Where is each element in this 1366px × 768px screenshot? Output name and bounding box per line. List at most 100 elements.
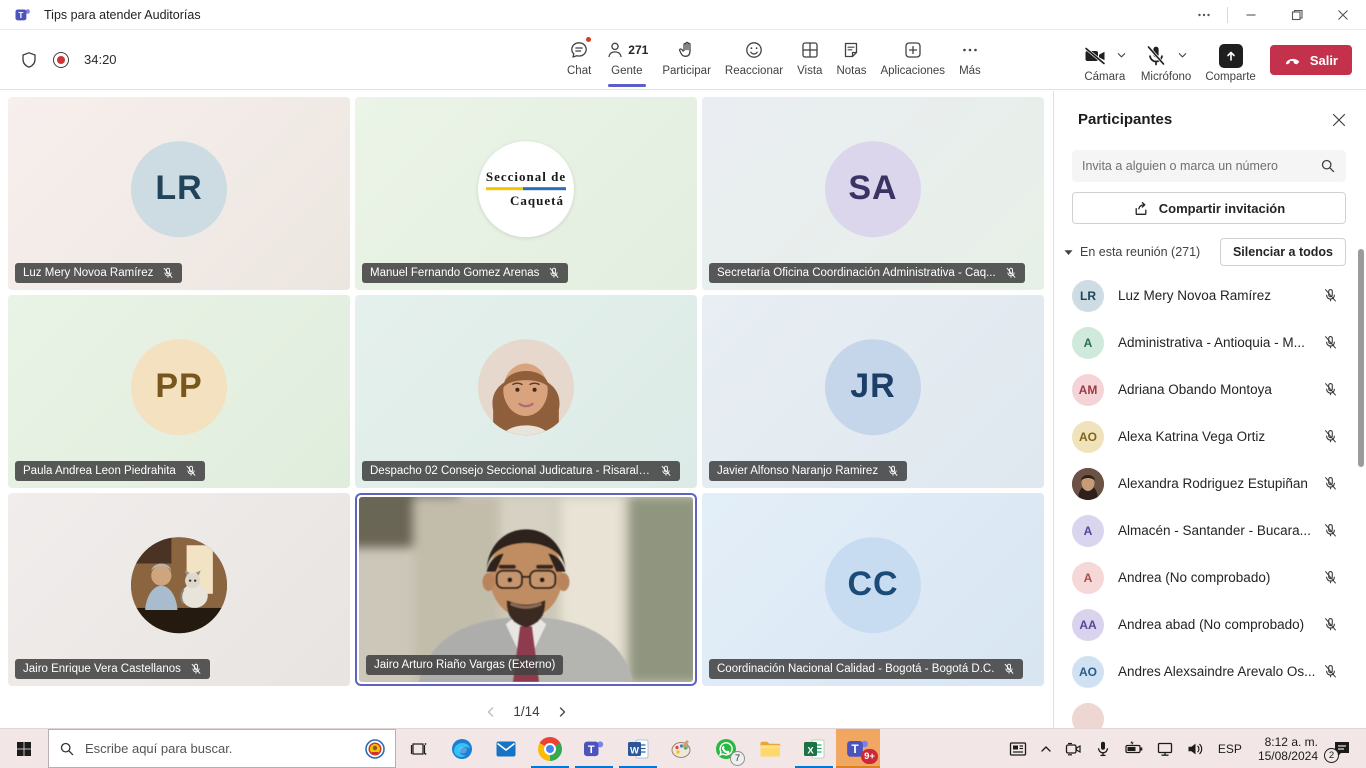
- panel-close-icon[interactable]: [1332, 113, 1346, 127]
- mic-off-icon[interactable]: [1323, 335, 1338, 350]
- participant-row[interactable]: A Almacén - Santander - Bucara...: [1054, 507, 1366, 554]
- grid-pagination: 1/14: [0, 704, 1053, 719]
- taskbar-search[interactable]: [48, 729, 396, 768]
- avatar: AO: [1072, 421, 1104, 453]
- tab-aplicaciones[interactable]: Aplicaciones: [873, 30, 952, 90]
- video-tile[interactable]: JR Javier Alfonso Naranjo Ramirez: [702, 295, 1044, 488]
- mic-off-icon[interactable]: [1323, 382, 1338, 397]
- leave-meeting-button[interactable]: Salir: [1270, 45, 1352, 75]
- app-chrome[interactable]: [528, 729, 572, 768]
- participant-row[interactable]: AO Andres Alexsaindre Arevalo Os...: [1054, 648, 1366, 695]
- taskbar-search-input[interactable]: [85, 741, 355, 756]
- mute-all-button[interactable]: Silenciar a todos: [1220, 238, 1346, 266]
- share-control[interactable]: Comparte: [1205, 38, 1256, 83]
- logo-underline: [486, 187, 566, 190]
- restore-button[interactable]: [1274, 0, 1320, 30]
- tab-reaccionar[interactable]: Reaccionar: [718, 30, 790, 90]
- tray-battery[interactable]: [1118, 729, 1150, 768]
- tab-mas[interactable]: Más: [952, 30, 988, 90]
- video-tile[interactable]: PP Paula Andrea Leon Piedrahita: [8, 295, 350, 488]
- mic-off-icon: [162, 267, 174, 279]
- app-edge[interactable]: [440, 729, 484, 768]
- section-collapse-icon[interactable]: [1064, 248, 1073, 257]
- app-word[interactable]: W: [616, 729, 660, 768]
- close-button[interactable]: [1320, 0, 1366, 30]
- avatar: AO: [1072, 656, 1104, 688]
- app-whatsapp[interactable]: 7: [704, 729, 748, 768]
- app-mail[interactable]: [484, 729, 528, 768]
- tab-notas[interactable]: Notas: [829, 30, 873, 90]
- share-invitation-button[interactable]: Compartir invitación: [1072, 192, 1346, 224]
- mic-off-icon: [887, 465, 899, 477]
- language-indicator[interactable]: ESP: [1210, 742, 1250, 756]
- photo-avatar: [1072, 468, 1104, 500]
- participant-row[interactable]: AA Andrea abad (No comprobado): [1054, 601, 1366, 648]
- whatsapp-badge: 7: [730, 751, 745, 766]
- tray-microphone[interactable]: [1088, 729, 1118, 768]
- taskbar-clock[interactable]: 8:12 a. m. 15/08/2024: [1250, 735, 1326, 763]
- participant-row[interactable]: Alexandra Rodriguez Estupiñan: [1054, 460, 1366, 507]
- video-tile[interactable]: CC Coordinación Nacional Calidad - Bogot…: [702, 493, 1044, 686]
- edge-icon: [450, 737, 474, 761]
- microphone-chevron-icon[interactable]: [1177, 50, 1188, 61]
- more-dots-icon: [960, 40, 980, 60]
- app-teams-meeting-active[interactable]: 9+: [836, 729, 880, 768]
- share-screen-icon: [1219, 44, 1243, 68]
- page-prev-icon[interactable]: [485, 706, 497, 718]
- mic-off-icon[interactable]: [1323, 570, 1338, 585]
- tab-gente[interactable]: 271 Gente: [598, 30, 655, 90]
- invite-search-input[interactable]: [1082, 159, 1320, 173]
- tab-vista[interactable]: Vista: [790, 30, 829, 90]
- mic-off-icon[interactable]: [1323, 288, 1338, 303]
- mic-off-icon[interactable]: [1323, 429, 1338, 444]
- app-file-explorer[interactable]: [748, 729, 792, 768]
- notification-center-button[interactable]: 2: [1326, 729, 1362, 768]
- video-tile[interactable]: SA Secretaría Oficina Coordinación Admin…: [702, 97, 1044, 290]
- app-paint[interactable]: [660, 729, 704, 768]
- camera-control[interactable]: Cámara: [1083, 38, 1127, 83]
- mic-off-icon: [185, 465, 197, 477]
- mic-off-icon[interactable]: [1323, 664, 1338, 679]
- task-view-button[interactable]: [396, 729, 440, 768]
- tray-camera[interactable]: [1058, 729, 1088, 768]
- video-tile-active-speaker[interactable]: Jairo Arturo Riaño Vargas (Externo): [355, 493, 697, 686]
- invite-search[interactable]: [1072, 150, 1346, 182]
- video-tile[interactable]: Seccional de Caquetá Manuel Fernando Gom…: [355, 97, 697, 290]
- window-titlebar: Tips para atender Auditorías: [0, 0, 1366, 30]
- windows-logo-icon: [16, 741, 32, 757]
- video-tile[interactable]: LR Luz Mery Novoa Ramírez: [8, 97, 350, 290]
- avatar: SA: [825, 141, 921, 237]
- tray-expand-button[interactable]: [1034, 729, 1058, 768]
- minimize-button[interactable]: [1228, 0, 1274, 30]
- microphone-control[interactable]: Micrófono: [1141, 38, 1192, 83]
- titlebar-more-button[interactable]: [1181, 0, 1227, 30]
- start-button[interactable]: [0, 729, 48, 768]
- speaker-video: Jairo Arturo Riaño Vargas (Externo): [359, 497, 693, 682]
- news-widget-button[interactable]: [1002, 729, 1034, 768]
- mic-off-icon: [1005, 267, 1017, 279]
- video-tile[interactable]: Jairo Enrique Vera Castellanos: [8, 493, 350, 686]
- participant-row[interactable]: A Andrea (No comprobado): [1054, 554, 1366, 601]
- tray-volume[interactable]: [1180, 729, 1210, 768]
- participant-row-partial[interactable]: [1054, 695, 1366, 728]
- camera-chevron-icon[interactable]: [1116, 50, 1127, 61]
- tray-network[interactable]: [1150, 729, 1180, 768]
- page-next-icon[interactable]: [556, 706, 568, 718]
- panel-title: Participantes: [1078, 111, 1172, 128]
- participant-row[interactable]: AO Alexa Katrina Vega Ortiz: [1054, 413, 1366, 460]
- participants-panel: Participantes Compartir invitación En es…: [1053, 91, 1366, 728]
- participant-row[interactable]: AM Adriana Obando Montoya: [1054, 366, 1366, 413]
- tab-chat[interactable]: Chat: [560, 30, 598, 90]
- participant-row[interactable]: A Administrativa - Antioquia - M...: [1054, 319, 1366, 366]
- panel-scrollbar[interactable]: [1358, 249, 1364, 467]
- tab-participar[interactable]: Participar: [655, 30, 718, 90]
- app-excel[interactable]: X: [792, 729, 836, 768]
- mic-off-icon[interactable]: [1323, 476, 1338, 491]
- mic-off-icon[interactable]: [1323, 523, 1338, 538]
- video-tile[interactable]: Despacho 02 Consejo Seccional Judicatura…: [355, 295, 697, 488]
- app-teams[interactable]: [572, 729, 616, 768]
- avatar: CC: [825, 537, 921, 633]
- system-tray: ESP 8:12 a. m. 15/08/2024 2: [1002, 729, 1366, 768]
- participant-row[interactable]: LR Luz Mery Novoa Ramírez: [1054, 272, 1366, 319]
- mic-off-icon[interactable]: [1323, 617, 1338, 632]
